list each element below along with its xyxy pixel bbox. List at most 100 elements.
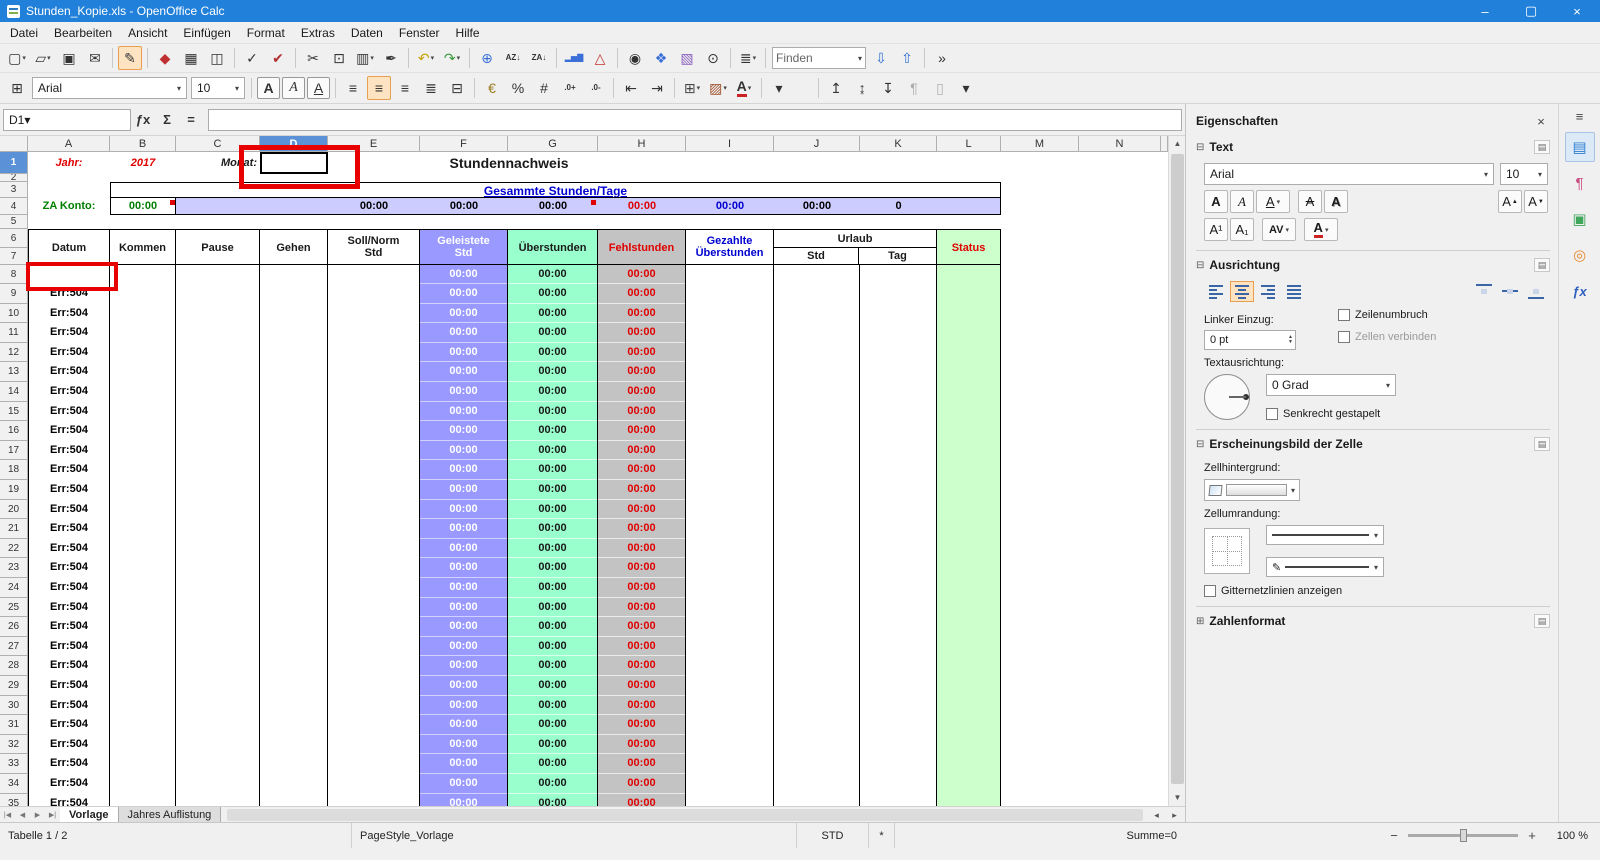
cell-D20[interactable] xyxy=(260,500,328,520)
cell-background-color-picker[interactable]: ▾ xyxy=(1204,479,1300,501)
cell-G22[interactable]: 00:00 xyxy=(508,539,598,559)
add-decimal-icon[interactable]: .0+ xyxy=(558,76,582,100)
cell-I31[interactable] xyxy=(686,715,774,735)
cell-J8[interactable] xyxy=(774,265,860,284)
cell-J30[interactable] xyxy=(774,696,860,716)
cell-F14[interactable]: 00:00 xyxy=(420,382,508,402)
cell-E27[interactable] xyxy=(328,637,420,657)
row-header-14[interactable]: 14 xyxy=(0,382,28,402)
vertical-scroll-thumb[interactable] xyxy=(1171,154,1184,784)
cell-I19[interactable] xyxy=(686,480,774,500)
cell-K29[interactable] xyxy=(860,676,937,696)
center-vertically-icon[interactable] xyxy=(1498,281,1522,302)
cell-F11[interactable]: 00:00 xyxy=(420,323,508,343)
cell-H12[interactable]: 00:00 xyxy=(598,343,686,363)
cell-C26[interactable] xyxy=(176,617,260,637)
cell-H23[interactable]: 00:00 xyxy=(598,558,686,578)
cell-L21[interactable] xyxy=(937,519,1001,539)
row-header-33[interactable]: 33 xyxy=(0,754,28,774)
column-header-D[interactable]: D xyxy=(260,136,328,152)
cell-H16[interactable]: 00:00 xyxy=(598,421,686,441)
cell-K23[interactable] xyxy=(860,558,937,578)
chevron-down-icon[interactable]: ▾ xyxy=(1479,170,1488,179)
row-header-16[interactable]: 16 xyxy=(0,421,28,441)
cell-I29[interactable] xyxy=(686,676,774,696)
cell-L9[interactable] xyxy=(937,284,1001,304)
cell-A28[interactable]: Err:504 xyxy=(28,656,110,676)
cell-E25[interactable] xyxy=(328,598,420,618)
header-datum[interactable]: Datum xyxy=(28,229,110,265)
cell-G24[interactable]: 00:00 xyxy=(508,578,598,598)
header-urlaub-std[interactable]: Std xyxy=(774,248,859,265)
sidebar-tab-functions[interactable]: ƒx xyxy=(1565,276,1595,306)
header-geleistete-std[interactable]: GeleisteteStd xyxy=(420,229,508,265)
format-paintbrush-icon[interactable]: ✒ xyxy=(379,46,403,70)
row-header-13[interactable]: 13 xyxy=(0,362,28,382)
sheet-tab-1[interactable]: Vorlage xyxy=(60,807,119,823)
open-icon[interactable]: ▱▾ xyxy=(31,46,55,70)
row-header-34[interactable]: 34 xyxy=(0,774,28,794)
cell-A32[interactable]: Err:504 xyxy=(28,735,110,755)
cell-A11[interactable]: Err:504 xyxy=(28,323,110,343)
appearance-dialog-launcher-icon[interactable]: ▤ xyxy=(1534,437,1550,451)
cell-D15[interactable] xyxy=(260,402,328,422)
cell-H31[interactable]: 00:00 xyxy=(598,715,686,735)
cell-G17[interactable]: 00:00 xyxy=(508,441,598,461)
insert-chart-icon[interactable]: ▂▅▇ xyxy=(562,46,586,70)
cell-F19[interactable]: 00:00 xyxy=(420,480,508,500)
row-header-9[interactable]: 9 xyxy=(0,284,28,304)
cell-E24[interactable] xyxy=(328,578,420,598)
cell-C8[interactable] xyxy=(176,265,260,284)
header-gezahlte-ueberstunden[interactable]: GezahlteÜberstunden xyxy=(686,229,774,265)
cell-C27[interactable] xyxy=(176,637,260,657)
cell-G13[interactable]: 00:00 xyxy=(508,362,598,382)
formula-input[interactable] xyxy=(208,109,1182,131)
cell-B24[interactable] xyxy=(110,578,176,598)
row-header-5[interactable]: 5 xyxy=(0,215,28,229)
cell-E32[interactable] xyxy=(328,735,420,755)
edit-file-icon[interactable]: ✎ xyxy=(118,46,142,70)
percent-format-icon[interactable]: % xyxy=(506,76,530,100)
cell-H14[interactable]: 00:00 xyxy=(598,382,686,402)
cell-A17[interactable]: Err:504 xyxy=(28,441,110,461)
cell-J12[interactable] xyxy=(774,343,860,363)
chevron-down-icon[interactable]: ▾ xyxy=(1291,486,1295,495)
show-gridlines-checkbox[interactable]: Gitternetzlinien anzeigen xyxy=(1204,585,1550,597)
cell-B8[interactable] xyxy=(110,265,176,284)
cell-B25[interactable] xyxy=(110,598,176,618)
cell-B31[interactable] xyxy=(110,715,176,735)
cell-G34[interactable]: 00:00 xyxy=(508,774,598,794)
cell-F33[interactable]: 00:00 xyxy=(420,754,508,774)
cell-D11[interactable] xyxy=(260,323,328,343)
cell-H26[interactable]: 00:00 xyxy=(598,617,686,637)
cell-L27[interactable] xyxy=(937,637,1001,657)
menu-bearbeiten[interactable]: Bearbeiten xyxy=(46,24,120,42)
cell-F4[interactable]: 00:00 xyxy=(420,198,508,215)
toolbar-overflow-icon[interactable]: » xyxy=(930,46,954,70)
cell-C11[interactable] xyxy=(176,323,260,343)
bold-icon[interactable]: A xyxy=(257,77,280,99)
background-color-icon[interactable]: ▨▾ xyxy=(706,76,730,100)
menu-einfuegen[interactable]: Einfügen xyxy=(175,24,238,42)
cell-I35[interactable] xyxy=(686,794,774,806)
cell-J18[interactable] xyxy=(774,460,860,480)
cell-A9[interactable]: Err:504 xyxy=(28,284,110,304)
sidebar-tab-properties[interactable]: ▤ xyxy=(1565,132,1595,162)
sheet-tab-2[interactable]: Jahres Auflistung xyxy=(119,807,222,823)
cell-G33[interactable]: 00:00 xyxy=(508,754,598,774)
row-header-8[interactable]: 8 xyxy=(0,265,28,284)
cell-B30[interactable] xyxy=(110,696,176,716)
column-header-J[interactable]: J xyxy=(774,136,860,152)
cell-K19[interactable] xyxy=(860,480,937,500)
cell-J34[interactable] xyxy=(774,774,860,794)
cell-A26[interactable]: Err:504 xyxy=(28,617,110,637)
cell-L22[interactable] xyxy=(937,539,1001,559)
header-ueberstunden[interactable]: Überstunden xyxy=(508,229,598,265)
search-down-icon[interactable]: ⇩ xyxy=(869,46,893,70)
expand-icon[interactable]: ⊞ xyxy=(1196,616,1204,627)
cell-H10[interactable]: 00:00 xyxy=(598,304,686,324)
merge-cells-checkbox[interactable]: Zellen verbinden xyxy=(1338,331,1436,343)
cell-B29[interactable] xyxy=(110,676,176,696)
cell-I33[interactable] xyxy=(686,754,774,774)
cell-C21[interactable] xyxy=(176,519,260,539)
